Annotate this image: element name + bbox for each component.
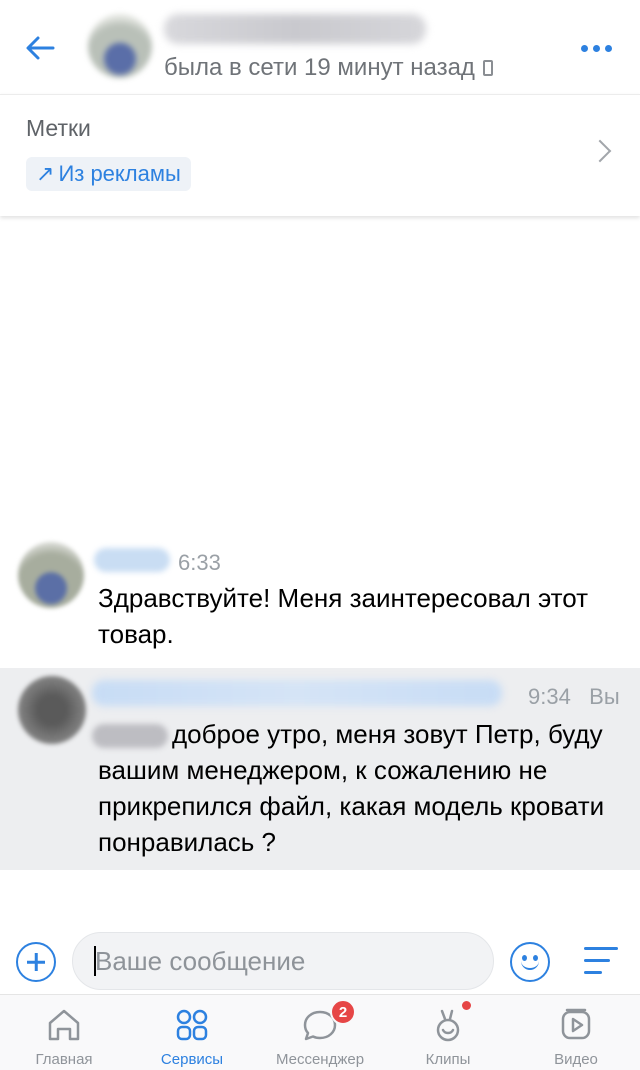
nav-item-clips[interactable]: Клипы [384,995,512,1070]
message-composer [0,928,640,992]
nav-label: Главная [35,1051,93,1068]
more-button[interactable] [576,38,616,58]
message-text: доброе утро, меня зовут Петр, буду вашим… [98,719,605,857]
contact-name-blurred[interactable] [164,14,426,44]
sender-avatar[interactable] [18,542,84,608]
menu-lines-icon[interactable] [584,945,620,977]
recipient-name-blurred [92,724,168,749]
nav-item-video[interactable]: Видео [512,995,640,1070]
text-cursor [94,946,96,976]
phone-icon [482,60,493,76]
bottom-navigation: Главная Сервисы 2 Мессенджер Клипы Видео [0,994,640,1070]
message-time: 9:34 [528,684,571,709]
chat-header: была в сети 19 минут назад [0,0,640,92]
message-time: 6:33 [178,550,221,575]
last-seen-text: была в сети 19 минут назад [164,54,475,81]
smile-icon[interactable] [510,942,550,982]
back-button[interactable] [20,28,60,68]
message-text-wrap: доброе утро, меня зовут Петр, буду вашим… [92,716,618,860]
more-dots-icon [580,44,588,52]
labels-card[interactable]: Метки ↗ Из рекламы [0,94,640,216]
message-input[interactable] [72,932,494,990]
message-meta: 9:34 Вы [528,684,620,710]
unread-badge: 2 [330,999,356,1025]
services-icon [176,1009,208,1041]
nav-item-home[interactable]: Главная [0,995,128,1070]
nav-label: Мессенджер [275,1051,365,1068]
home-icon [48,1009,80,1041]
message-outgoing[interactable]: 9:34 Вы доброе утро, меня зовут Петр, бу… [0,668,640,870]
ad-source-tag: ↗ Из рекламы [26,157,191,191]
labels-title: Метки [26,115,91,141]
sender-name-blurred[interactable] [92,680,502,706]
message-text: Здравствуйте! Меня заинтересовал этот то… [98,583,589,649]
plus-circle-icon[interactable] [16,942,56,982]
contact-status: была в сети 19 минут назад [164,54,493,82]
arrow-left-icon [26,36,55,60]
nav-label: Видео [554,1051,598,1068]
message-author: Вы [589,684,620,709]
nav-label: Клипы [425,1051,471,1068]
ad-source-tag-label: Из рекламы [58,161,181,186]
arrow-up-right-icon: ↗ [36,161,55,186]
new-content-dot [462,1001,471,1010]
sender-avatar[interactable] [18,676,86,744]
nav-item-services[interactable]: Сервисы [128,995,256,1070]
nav-item-messenger[interactable]: 2 Мессенджер [256,995,384,1070]
nav-label: Сервисы [160,1051,224,1068]
clips-icon [436,1009,460,1042]
sender-name-blurred[interactable] [94,548,170,572]
message-incoming[interactable]: 6:33 Здравствуйте! Меня заинтересовал эт… [0,536,640,664]
video-icon [561,1008,591,1040]
contact-avatar[interactable] [88,14,152,78]
chevron-right-icon [588,139,612,163]
